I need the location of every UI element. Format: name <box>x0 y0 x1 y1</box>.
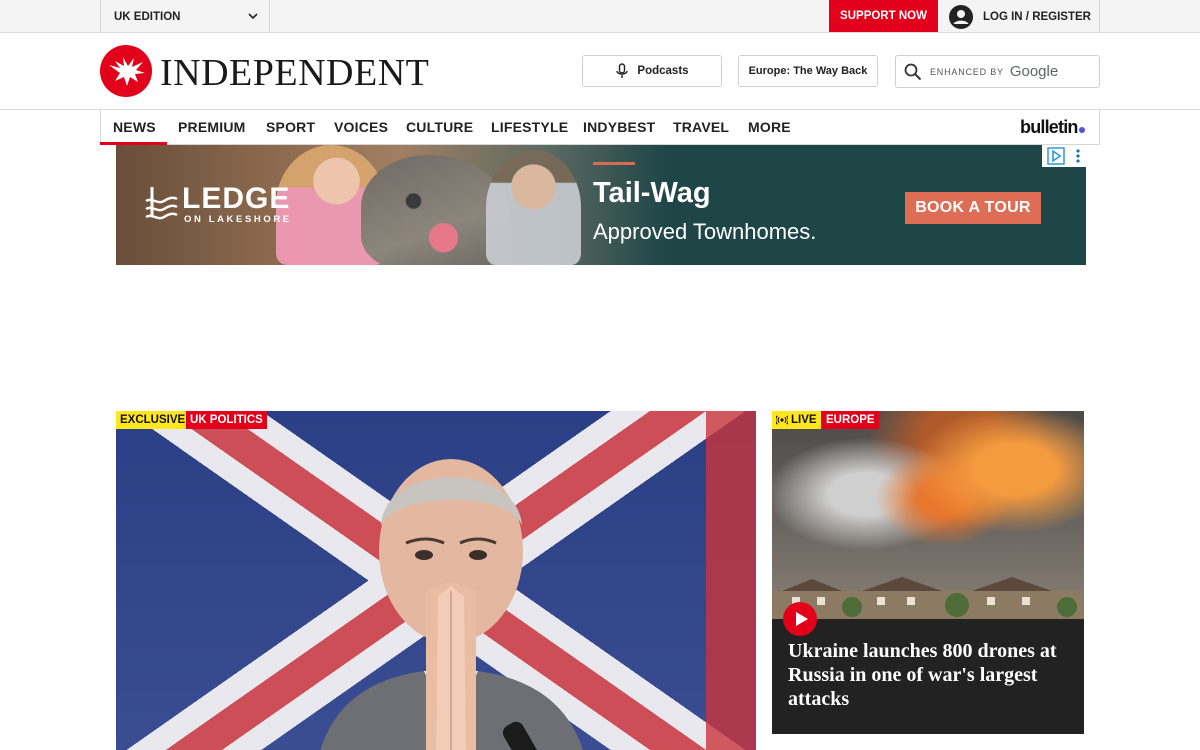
hero-story-card[interactable]: EXCLUSIVE UK POLITICS <box>116 411 756 750</box>
nav-item-more[interactable]: MORE <box>748 110 791 144</box>
login-register-link[interactable]: LOG IN / REGISTER <box>938 0 1100 33</box>
europe-tag[interactable]: EUROPE <box>822 411 879 429</box>
login-register-label: LOG IN / REGISTER <box>983 10 1091 23</box>
nav-item-voices[interactable]: VOICES <box>334 110 388 144</box>
book-a-tour-button[interactable]: BOOK A TOUR <box>905 192 1041 224</box>
adchoices-badge[interactable] <box>1042 145 1086 167</box>
adchoices-icon <box>1047 147 1065 165</box>
side-story-card[interactable]: Ukraine launches 800 drones at Russia in… <box>772 411 1084 734</box>
ad-brand-name: LEDGE <box>182 182 291 215</box>
podcasts-button[interactable]: Podcasts <box>582 55 722 87</box>
ledge-logo-icon <box>145 187 178 220</box>
search-icon <box>904 63 922 80</box>
ad-brand-subtitle: ON LAKESHORE <box>184 214 292 225</box>
microphone-icon <box>616 63 629 78</box>
enhanced-by-label: ENHANCED BY <box>930 66 1004 77</box>
ad-headline: Tail-Wag <box>593 177 711 209</box>
nav-item-travel[interactable]: TRAVEL <box>673 110 729 144</box>
main-navigation: NEWS PREMIUM SPORT VOICES CULTURE LIFEST… <box>0 110 1200 145</box>
chevron-down-icon <box>248 13 258 20</box>
utility-bar: UK EDITION SUPPORT NOW LOG IN / REGISTER <box>0 0 1200 33</box>
hero-image-person <box>320 459 583 750</box>
independent-logo[interactable]: INDEPENDENT <box>100 45 429 97</box>
live-tag: LIVE <box>772 411 821 429</box>
nav-item-indybest[interactable]: INDYBEST <box>583 110 655 144</box>
side-image-houses <box>772 577 1084 619</box>
user-avatar-icon <box>949 4 973 29</box>
bulletin-link[interactable]: bulletin <box>1020 117 1085 138</box>
uk-politics-tag[interactable]: UK POLITICS <box>186 411 267 429</box>
masthead: INDEPENDENT Podcasts Europe: The Way Bac… <box>0 33 1200 110</box>
google-wordmark: Google <box>1009 63 1059 80</box>
support-now-button[interactable]: SUPPORT NOW <box>829 0 938 32</box>
edition-selector[interactable]: UK EDITION <box>100 0 270 33</box>
ad-menu-dots-icon <box>1076 149 1080 163</box>
live-label: LIVE <box>791 414 817 426</box>
side-story-headline[interactable]: Ukraine launches 800 drones at Russia in… <box>788 639 1078 711</box>
bulletin-dot <box>1078 127 1085 133</box>
edition-label: UK EDITION <box>114 10 181 23</box>
search-input[interactable]: ENHANCED BY Google <box>895 55 1100 88</box>
europe-way-back-button[interactable]: Europe: The Way Back <box>738 55 878 87</box>
logo-wordmark: INDEPENDENT <box>160 51 430 94</box>
nav-item-lifestyle[interactable]: LIFESTYLE <box>491 110 568 144</box>
bulletin-label: bulletin <box>1020 117 1078 137</box>
ad-accent-dash <box>593 162 635 165</box>
nav-item-news[interactable]: NEWS <box>100 110 167 145</box>
ad-subline: Approved Townhomes. <box>593 219 817 244</box>
nav-bar: NEWS PREMIUM SPORT VOICES CULTURE LIFEST… <box>100 110 1100 145</box>
play-video-icon[interactable] <box>783 602 817 636</box>
exclusive-tag: EXCLUSIVE <box>116 411 190 429</box>
ad-photo-boy <box>486 150 581 265</box>
live-broadcast-icon <box>776 415 788 425</box>
nav-item-culture[interactable]: CULTURE <box>406 110 473 144</box>
eagle-logo-icon <box>100 45 152 97</box>
hero-image-flag-edge <box>706 411 756 750</box>
podcasts-label: Podcasts <box>637 65 689 77</box>
nav-item-premium[interactable]: PREMIUM <box>178 110 246 144</box>
advertisement-banner[interactable]: LEDGE ON LAKESHORE Tail-Wag Approved Tow… <box>116 145 1086 265</box>
nav-item-sport[interactable]: SPORT <box>266 110 315 144</box>
